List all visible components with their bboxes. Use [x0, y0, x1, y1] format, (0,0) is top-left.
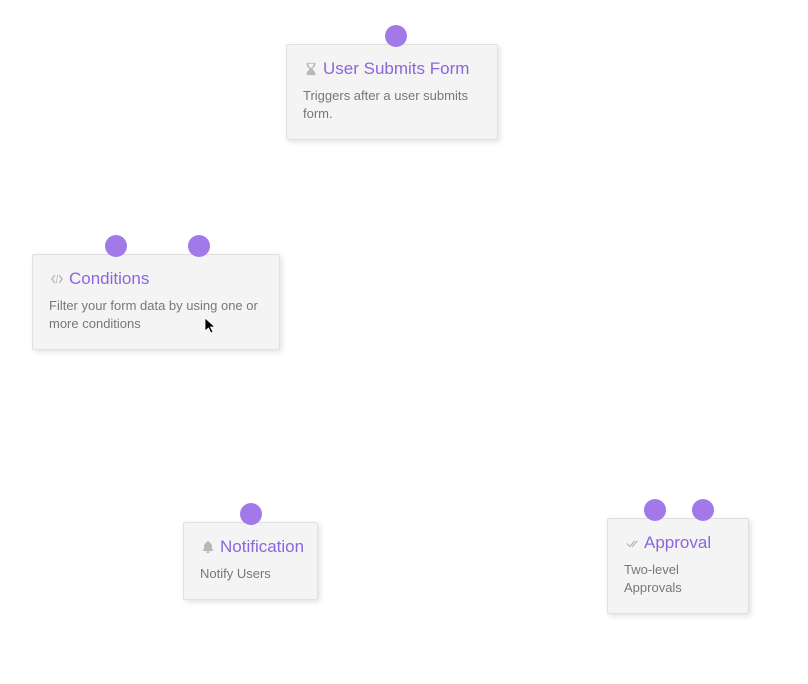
code-icon — [49, 271, 65, 287]
node-title: User Submits Form — [323, 59, 469, 79]
node-title: Notification — [220, 537, 304, 557]
node-title: Approval — [644, 533, 711, 553]
port-top-left[interactable] — [644, 499, 666, 521]
node-header: Approval — [624, 533, 732, 553]
bell-icon — [200, 539, 216, 555]
check-icon — [624, 535, 640, 551]
node-title: Conditions — [69, 269, 149, 289]
port-top-left[interactable] — [105, 235, 127, 257]
node-description: Filter your form data by using one or mo… — [49, 297, 263, 333]
node-header: Conditions — [49, 269, 263, 289]
port-top[interactable] — [240, 503, 262, 525]
port-top-right[interactable] — [692, 499, 714, 521]
hourglass-icon — [303, 61, 319, 77]
node-header: Notification — [200, 537, 301, 557]
workflow-node-approval[interactable]: Approval Two-level Approvals — [607, 518, 749, 614]
node-description: Notify Users — [200, 565, 301, 583]
node-header: User Submits Form — [303, 59, 481, 79]
workflow-node-notification[interactable]: Notification Notify Users — [183, 522, 318, 600]
workflow-node-trigger[interactable]: User Submits Form Triggers after a user … — [286, 44, 498, 140]
port-top-right[interactable] — [188, 235, 210, 257]
node-description: Triggers after a user submits form. — [303, 87, 481, 123]
workflow-node-conditions[interactable]: Conditions Filter your form data by usin… — [32, 254, 280, 350]
node-description: Two-level Approvals — [624, 561, 732, 597]
port-top[interactable] — [385, 25, 407, 47]
